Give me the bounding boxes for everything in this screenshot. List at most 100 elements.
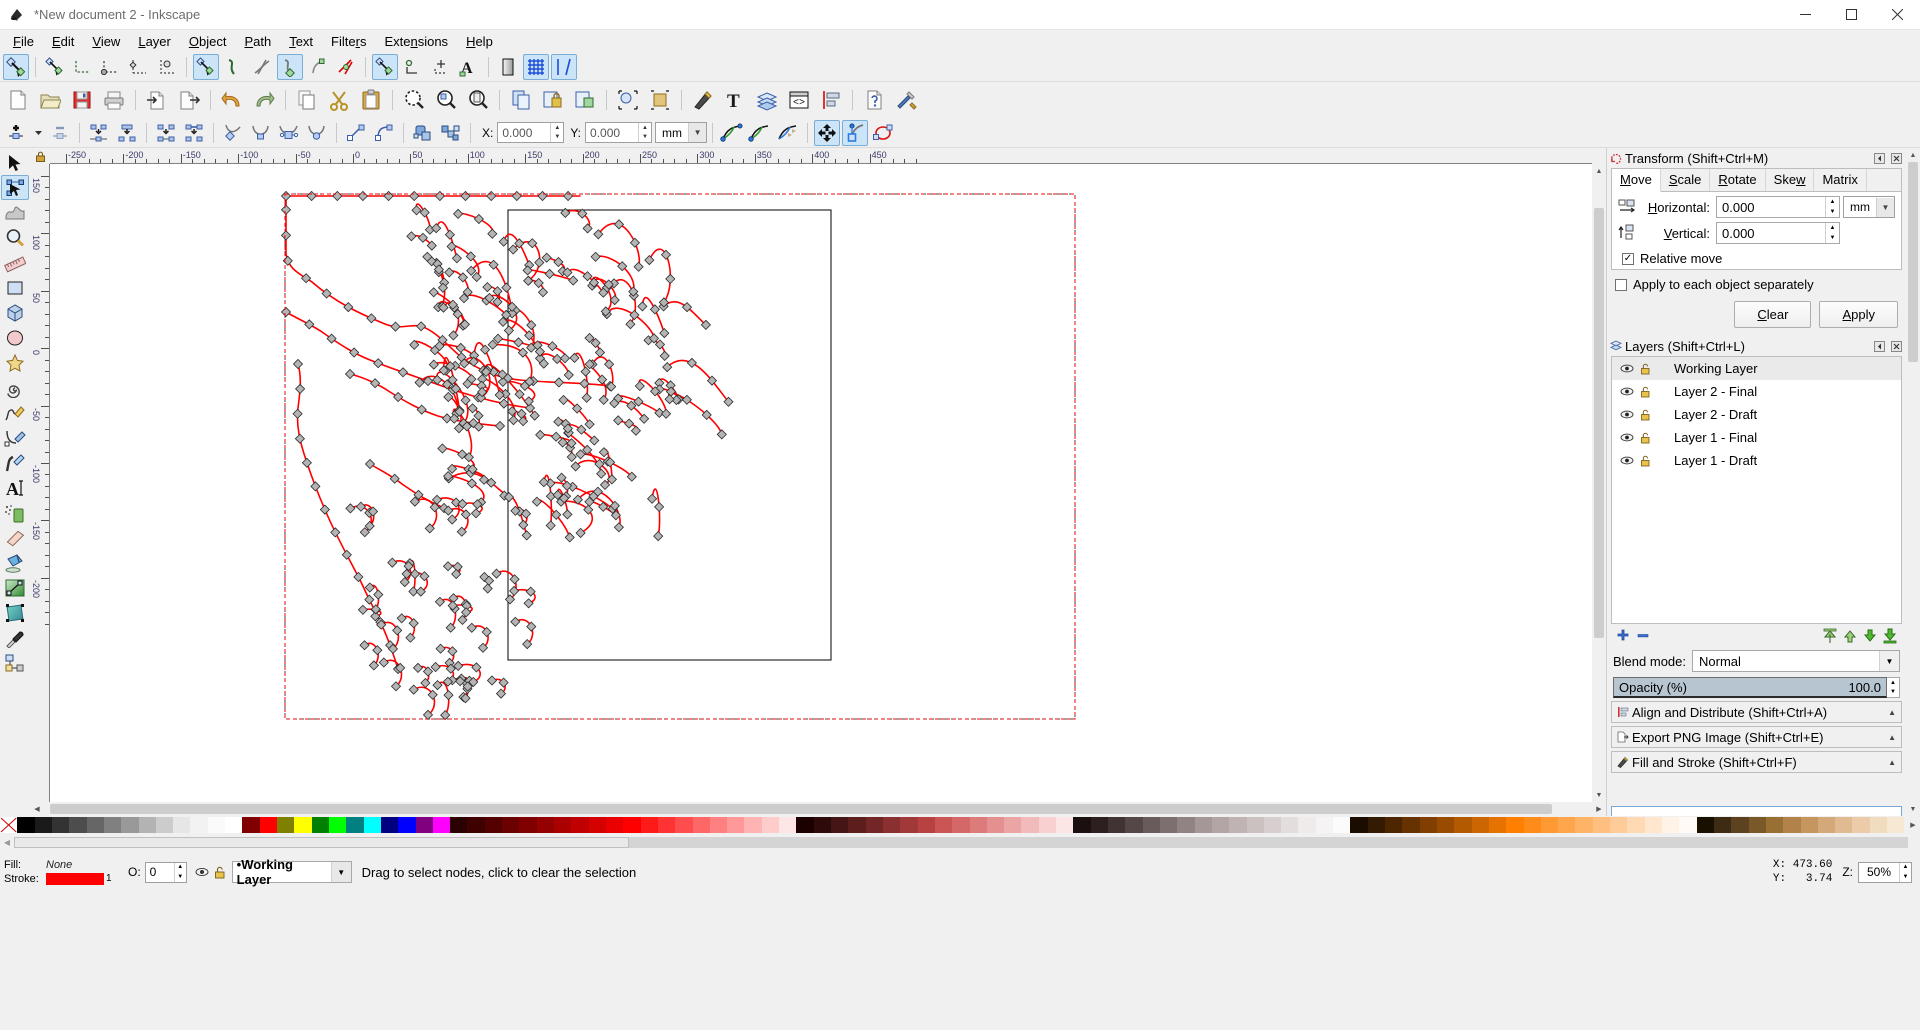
path-node-marker[interactable] [498, 398, 509, 409]
menu-extensions[interactable]: Extensions [375, 32, 457, 51]
ruler-lock-icon[interactable] [30, 148, 50, 164]
path-node-marker[interactable] [480, 344, 491, 355]
transform-unit-combo[interactable]: mm ▼ [1843, 196, 1895, 218]
palette-swatch[interactable] [190, 817, 208, 833]
snap-bbox-centers-button[interactable] [154, 54, 180, 80]
snap-smooth-nodes-button[interactable] [305, 54, 331, 80]
palette-swatch[interactable] [1610, 817, 1628, 833]
node-unit-combo[interactable]: mm ▼ [655, 122, 708, 143]
palette-swatch[interactable] [1488, 817, 1507, 833]
layer-visibility-icon[interactable] [1618, 455, 1636, 466]
palette-swatch[interactable] [121, 817, 139, 833]
vertical-scroll-track[interactable] [1592, 178, 1606, 788]
layer-visibility-icon[interactable] [1618, 409, 1636, 420]
path-node-marker[interactable] [393, 391, 404, 403]
vertical-scrollbar[interactable]: ▲ ▼ [1592, 164, 1606, 802]
bezier-tool[interactable] [1, 425, 29, 450]
palette-swatch[interactable] [1402, 817, 1420, 833]
path-node-marker[interactable] [498, 236, 509, 247]
vector-path[interactable] [447, 475, 485, 504]
palette-swatch[interactable] [882, 817, 901, 833]
path-node-marker[interactable] [453, 208, 464, 219]
snap-bbox-edges-button[interactable] [70, 54, 96, 80]
dock-scroll-track[interactable] [1906, 162, 1920, 802]
palette-swatch[interactable] [623, 817, 641, 833]
make-auto-button[interactable] [304, 120, 330, 146]
dropper-tool[interactable] [1, 625, 29, 650]
palette-swatch[interactable] [51, 817, 70, 833]
path-node-marker[interactable] [511, 190, 522, 202]
export-button[interactable] [174, 85, 204, 115]
join-with-segment-button[interactable] [181, 120, 207, 146]
palette-swatch[interactable] [155, 817, 174, 833]
palette-swatch[interactable] [709, 817, 728, 833]
group-button[interactable] [538, 85, 568, 115]
palette-swatch[interactable] [1090, 817, 1108, 833]
layer-row[interactable]: Layer 1 - Draft [1612, 449, 1901, 472]
path-node-marker[interactable] [444, 267, 455, 278]
palette-swatch[interactable] [1419, 817, 1437, 833]
make-smooth-button[interactable] [248, 120, 274, 146]
path-node-marker[interactable] [372, 645, 383, 656]
path-node-marker[interactable] [422, 666, 434, 677]
relative-move-checkbox[interactable]: ✓ [1622, 252, 1634, 265]
palette-more-button[interactable]: ▶ [1906, 817, 1920, 833]
clear-button[interactable]: Clear [1734, 301, 1812, 328]
palette-swatch[interactable] [917, 817, 935, 833]
path-node-marker[interactable] [460, 395, 471, 406]
path-node-marker[interactable] [364, 458, 376, 470]
menu-filters[interactable]: Filters [322, 32, 375, 51]
path-node-marker[interactable] [466, 622, 477, 633]
path-node-marker[interactable] [473, 410, 484, 421]
add-layer-button[interactable] [1613, 626, 1633, 646]
palette-swatch[interactable] [1471, 817, 1489, 833]
layer-down-button[interactable] [1860, 626, 1880, 646]
layer-lock-icon[interactable] [1636, 363, 1654, 375]
palette-swatch[interactable] [1004, 817, 1022, 833]
path-node-marker[interactable] [443, 391, 454, 403]
palette-swatch[interactable] [1575, 817, 1593, 833]
palette-swatch[interactable] [311, 817, 329, 833]
snap-bounding-boxes-button[interactable] [42, 54, 68, 80]
transform-collapse-icon[interactable] [1872, 151, 1886, 165]
opacity-status-input[interactable]: ▲▼ [144, 861, 187, 883]
snap-text-baselines-button[interactable]: A [456, 54, 482, 80]
path-node-marker[interactable] [473, 213, 484, 225]
palette-swatch[interactable] [294, 817, 312, 833]
palette-swatch[interactable] [173, 817, 191, 833]
palette-swatch[interactable] [1281, 817, 1299, 833]
menu-view[interactable]: View [83, 32, 129, 51]
palette-swatch[interactable] [588, 817, 606, 833]
opacity-slider[interactable]: Opacity (%) 100.0 [1613, 677, 1887, 698]
layer-row[interactable]: Working Layer [1612, 357, 1901, 380]
relative-move-row[interactable]: ✓ Relative move [1612, 248, 1901, 269]
palette-scroll-thumb[interactable] [14, 836, 629, 848]
snap-page-border-button[interactable] [495, 54, 521, 80]
vector-path[interactable] [369, 463, 445, 509]
layers-dialog-button[interactable] [752, 85, 782, 115]
path-node-marker[interactable] [443, 690, 454, 701]
palette-swatch[interactable] [657, 817, 676, 833]
path-node-marker[interactable] [343, 302, 354, 313]
layer-to-top-button[interactable] [1820, 626, 1840, 646]
show-bezier-handles-button[interactable] [747, 120, 773, 146]
horizontal-ruler[interactable]: -250 -200 -150 -100 -50 0 50 100 150 200 250 300 350… [50, 148, 1592, 164]
palette-swatch[interactable] [1679, 817, 1697, 833]
palette-swatch[interactable] [346, 817, 364, 833]
palette-swatch[interactable] [1662, 817, 1680, 833]
horizontal-scroll-thumb[interactable] [50, 804, 1552, 814]
edit-clip-mask-button[interactable] [842, 119, 869, 146]
spray-tool[interactable] [1, 500, 29, 525]
snap-rotation-centers-button[interactable] [428, 54, 454, 80]
path-node-marker[interactable] [417, 232, 428, 243]
vector-path[interactable] [448, 472, 510, 498]
palette-swatch[interactable] [1696, 817, 1714, 833]
fill-stroke-panel[interactable]: Fill and Stroke (Shift+Ctrl+F) ▲ [1611, 751, 1902, 773]
palette-swatch[interactable] [450, 817, 468, 833]
palette-swatch[interactable] [328, 817, 347, 833]
palette-swatch[interactable] [1021, 817, 1039, 833]
horizontal-scroll-track[interactable] [44, 802, 1592, 816]
layer-lock-icon[interactable] [1636, 432, 1654, 444]
snap-paths-button[interactable] [221, 54, 247, 80]
horizontal-scrollbar[interactable]: ◀ ▶ [30, 802, 1606, 816]
